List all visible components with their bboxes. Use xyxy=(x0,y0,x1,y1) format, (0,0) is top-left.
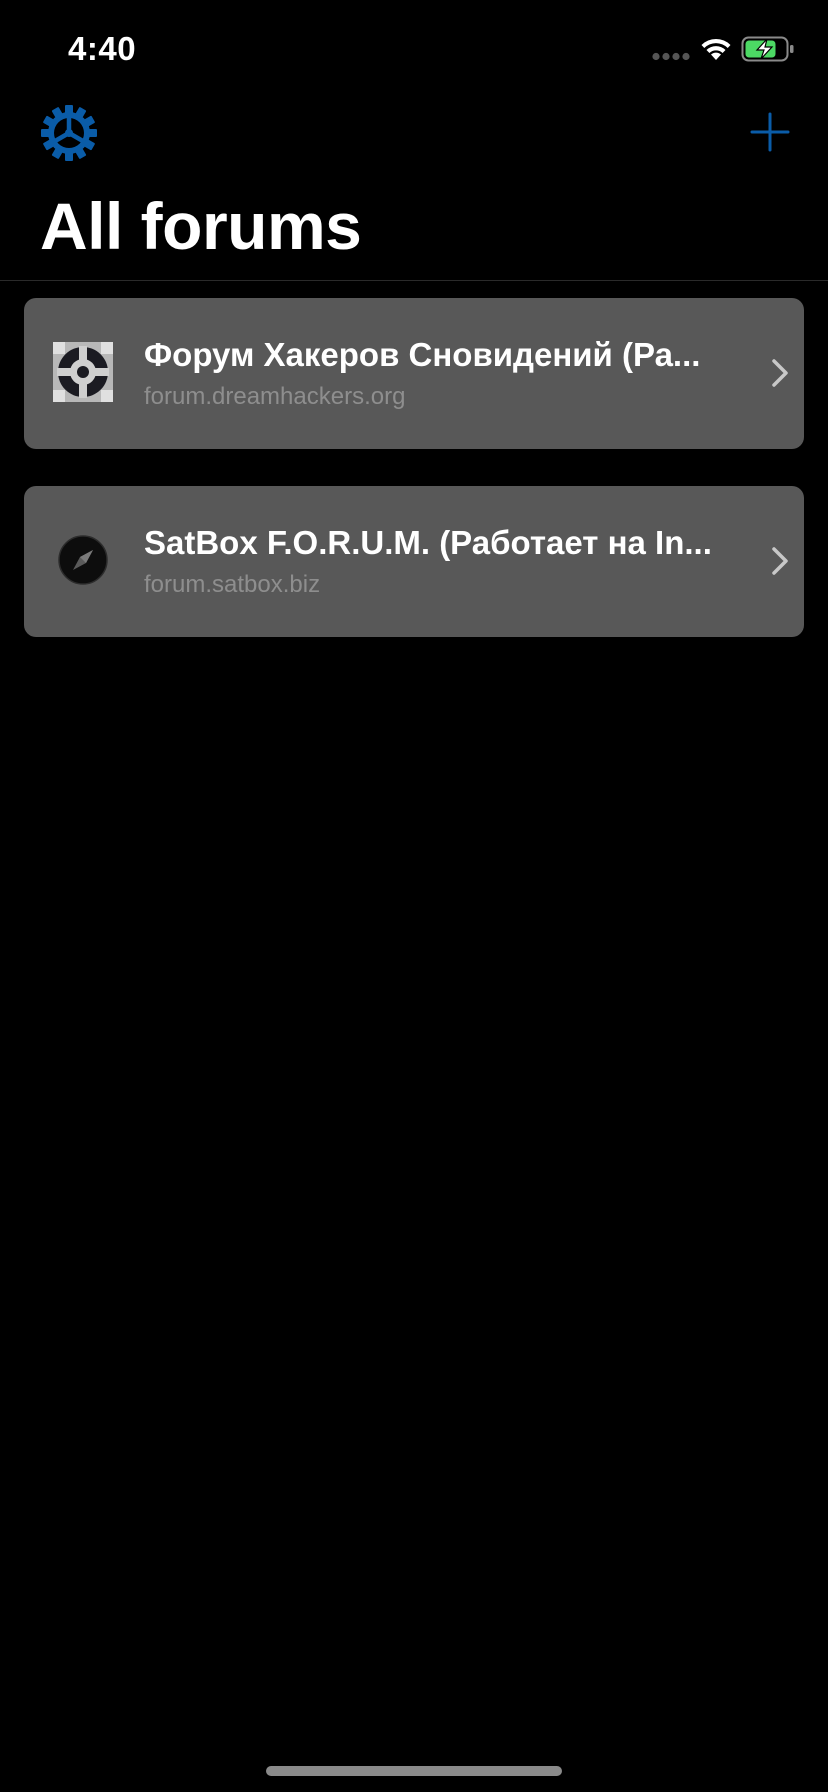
forum-row[interactable]: SatBox F.O.R.U.M. (Работает на In... for… xyxy=(24,486,804,637)
plus-icon xyxy=(750,112,790,152)
page-title: All forums xyxy=(40,189,362,263)
forum-title: SatBox F.O.R.U.M. (Работает на In... xyxy=(144,524,712,561)
dreamhackers-logo-icon xyxy=(53,342,113,402)
chevron-right-icon xyxy=(772,547,788,575)
forum-list: Форум Хакеров Сновидений (Ра... forum.dr… xyxy=(24,298,804,674)
add-button[interactable] xyxy=(748,110,792,154)
status-bar: 4:40 xyxy=(0,0,828,100)
settings-button[interactable] xyxy=(40,104,98,162)
forum-row[interactable]: Форум Хакеров Сновидений (Ра... forum.dr… xyxy=(24,298,804,449)
wifi-icon xyxy=(701,38,731,60)
forum-url: forum.satbox.biz xyxy=(144,571,321,598)
battery-charging-icon xyxy=(741,36,794,62)
chevron-right-icon xyxy=(772,359,788,387)
forum-title: Форум Хакеров Сновидений (Ра... xyxy=(144,336,701,373)
forum-url: forum.dreamhackers.org xyxy=(144,383,406,410)
status-time: 4:40 xyxy=(68,30,137,67)
gear-icon xyxy=(41,105,97,161)
signal-dots-icon xyxy=(652,52,690,61)
compass-icon xyxy=(58,535,108,585)
nav-divider xyxy=(0,280,828,281)
home-indicator xyxy=(266,1766,562,1776)
